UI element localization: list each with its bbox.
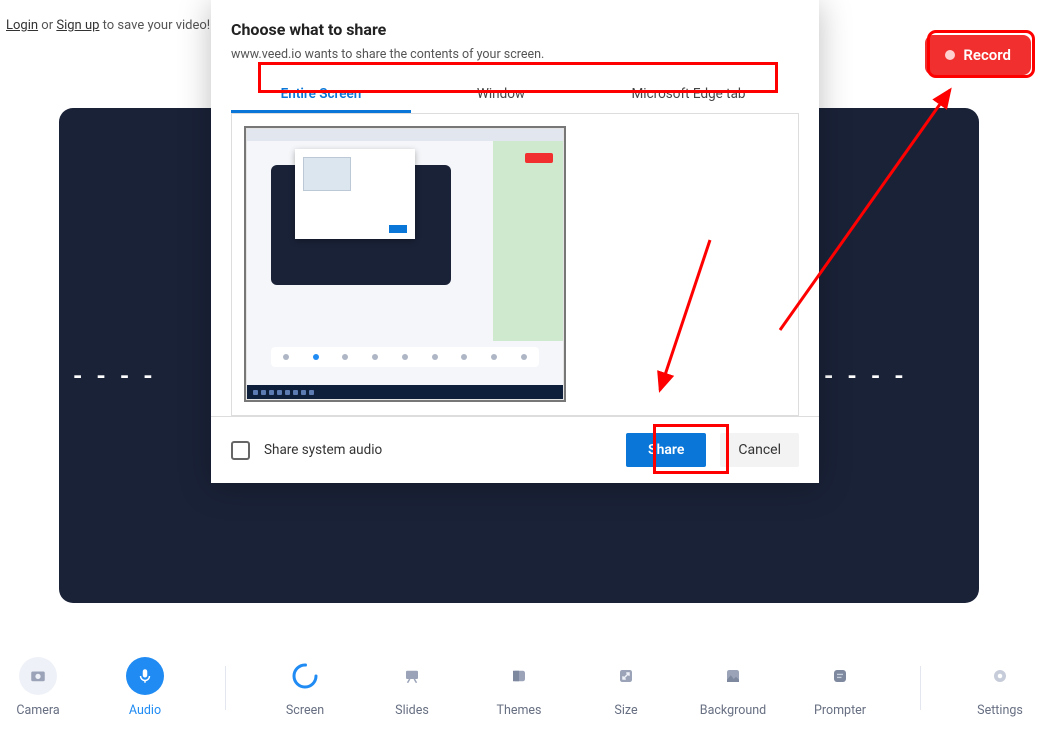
share-button[interactable]: Share [626,433,706,467]
canvas-dashes-left: - - - - [73,362,157,390]
mic-icon [126,657,164,695]
toolbar-background[interactable]: Background [706,657,761,718]
bottom-toolbar: Camera Audio Screen Slides Themes Size [0,645,1038,730]
dialog-title: Choose what to share [231,20,799,39]
record-button[interactable]: Record [925,35,1031,75]
toolbar-slides[interactable]: Slides [385,657,440,718]
toolbar-screen-label: Screen [286,703,324,718]
prompter-icon [821,657,859,695]
share-tabs: Entire Screen Window Microsoft Edge tab [231,78,799,114]
toolbar-camera[interactable]: Camera [11,657,66,718]
screen-icon [286,657,324,695]
toolbar-themes-label: Themes [496,703,541,718]
auth-hint: Login or Sign up to save your video! [6,18,210,33]
toolbar-prompter[interactable]: Prompter [813,657,868,718]
record-dot-icon [945,50,955,60]
share-audio-checkbox[interactable] [231,441,250,460]
thumbnail-content [247,129,563,399]
canvas-dashes-right: - - - - [824,362,908,390]
toolbar-themes[interactable]: Themes [492,657,547,718]
tab-window[interactable]: Window [411,78,591,113]
toolbar-audio-label: Audio [129,703,161,718]
background-icon [714,657,752,695]
toolbar-size[interactable]: Size [599,657,654,718]
gear-icon [981,657,1019,695]
size-icon [607,657,645,695]
toolbar-separator [225,666,226,710]
share-dialog: Choose what to share www.veed.io wants t… [211,0,819,483]
camera-icon [19,657,57,695]
login-link[interactable]: Login [6,18,38,33]
preview-area [231,114,799,416]
toolbar-size-label: Size [614,703,637,718]
save-hint-text: to save your video! [103,18,211,33]
screen-thumbnail[interactable] [246,128,564,400]
cancel-button[interactable]: Cancel [720,433,799,467]
toolbar-background-label: Background [700,703,766,718]
themes-icon [500,657,538,695]
tab-edge[interactable]: Microsoft Edge tab [591,78,786,113]
toolbar-settings-label: Settings [977,703,1023,718]
share-audio-label: Share system audio [264,442,612,458]
toolbar-slides-label: Slides [395,703,429,718]
slides-icon [393,657,431,695]
dialog-subtitle: www.veed.io wants to share the contents … [231,47,799,62]
tab-entire-screen[interactable]: Entire Screen [231,78,411,113]
toolbar-prompter-label: Prompter [814,703,866,718]
toolbar-audio[interactable]: Audio [118,657,173,718]
record-label: Record [963,46,1011,64]
toolbar-separator-2 [920,666,921,710]
or-text: or [41,18,53,33]
toolbar-screen[interactable]: Screen [278,657,333,718]
signup-link[interactable]: Sign up [56,18,99,33]
toolbar-camera-label: Camera [16,703,59,718]
toolbar-settings[interactable]: Settings [973,657,1028,718]
